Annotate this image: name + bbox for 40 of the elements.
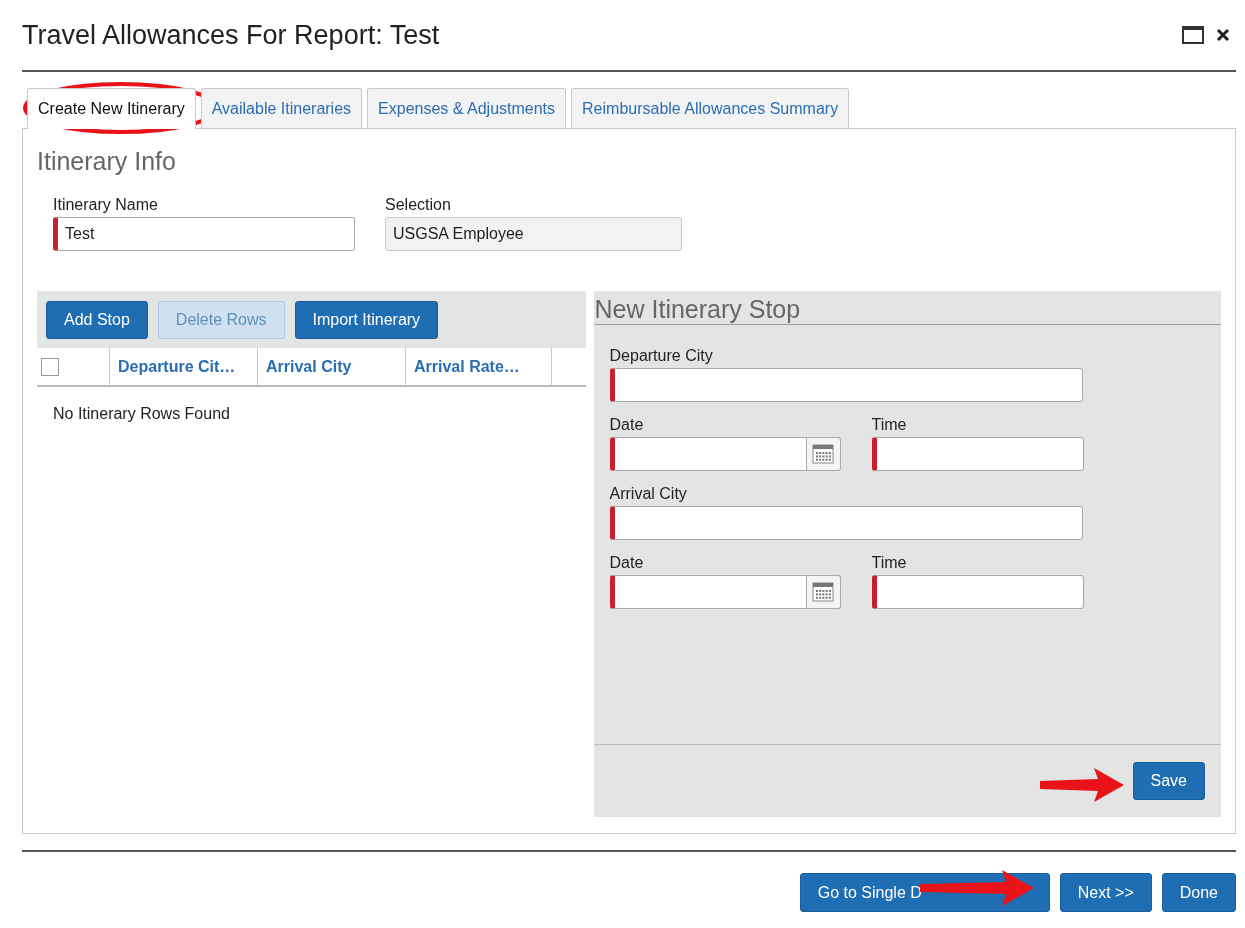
section-title: Itinerary Info — [37, 147, 177, 176]
maximize-button[interactable] — [1182, 26, 1204, 44]
column-header[interactable]: Departure Cit… — [110, 348, 258, 385]
date-field[interactable] — [609, 437, 807, 471]
calendar-icon — [812, 582, 835, 602]
field-label: Time — [871, 554, 908, 572]
tab[interactable]: Expenses & Adjustments — [367, 88, 567, 128]
text-field[interactable]: Test — [53, 217, 355, 251]
field-label: Date — [609, 554, 645, 572]
tab[interactable]: Reimbursable Allowances Summary — [571, 88, 850, 128]
toolbar-button[interactable]: Add Stop — [46, 300, 148, 339]
field-label: Itinerary Name — [53, 196, 159, 214]
time-field[interactable] — [871, 575, 1084, 609]
close-button[interactable] — [1216, 28, 1230, 42]
column-header[interactable]: Arrival Rate… — [406, 348, 552, 385]
close-icon — [1216, 28, 1230, 42]
toolbar-button[interactable]: Import Itinerary — [294, 300, 439, 339]
field-label: Date — [609, 416, 645, 434]
field-label: Arrival City — [609, 485, 688, 503]
select-all-checkbox[interactable] — [41, 357, 59, 376]
time-field[interactable] — [871, 437, 1084, 471]
text-field[interactable] — [609, 368, 1083, 402]
field-label: Time — [871, 416, 908, 434]
field-label: Departure City — [609, 347, 714, 365]
text-field[interactable] — [609, 506, 1083, 540]
footer-button[interactable]: Done — [1161, 873, 1236, 912]
panel-title: New Itinerary Stop — [594, 294, 801, 324]
empty-message: No Itinerary Rows Found — [52, 404, 231, 423]
calendar-icon — [812, 444, 835, 464]
calendar-button[interactable] — [806, 437, 841, 471]
tab[interactable]: Available Itineraries — [200, 88, 363, 128]
save-button[interactable]: Save — [1132, 762, 1205, 800]
column-header[interactable]: Arrival City — [258, 348, 406, 385]
date-field[interactable] — [609, 575, 807, 609]
field-label: Selection — [385, 196, 452, 214]
window-title: Travel Allowances For Report: Test — [22, 19, 440, 51]
footer-button[interactable]: Next >> — [1059, 873, 1152, 912]
maximize-icon — [1182, 26, 1204, 44]
calendar-button[interactable] — [806, 575, 841, 609]
tab[interactable]: Create New Itinerary — [27, 88, 196, 129]
